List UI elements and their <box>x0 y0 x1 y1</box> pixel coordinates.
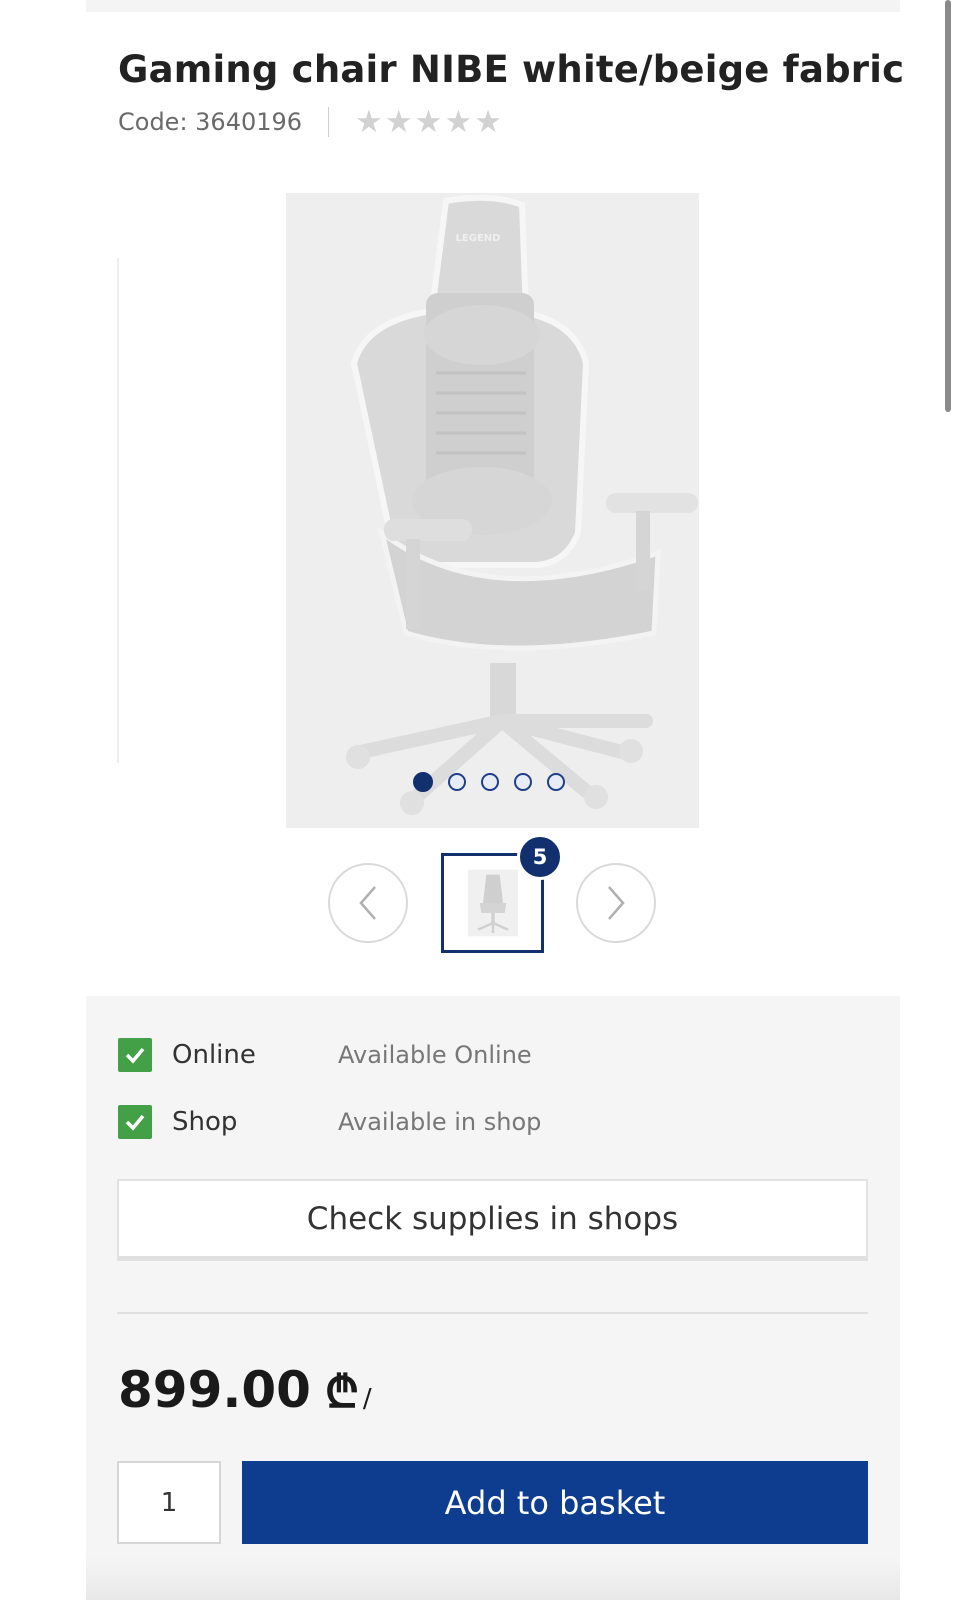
add-to-basket-button[interactable]: Add to basket <box>242 1461 868 1544</box>
product-meta: Code: 3640196 ★ ★ ★ ★ ★ <box>118 105 502 139</box>
gallery-dot-5[interactable] <box>547 773 565 791</box>
price-currency: ₾ <box>324 1367 359 1418</box>
top-strip <box>86 0 900 12</box>
gallery-dot-3[interactable] <box>481 773 499 791</box>
product-main-image[interactable]: LEGEND <box>286 193 699 828</box>
price-unit: / <box>362 1384 372 1414</box>
star-icon: ★ <box>474 103 503 140</box>
availability-status: Available in shop <box>338 1108 542 1136</box>
image-count-badge: 5 <box>517 834 563 880</box>
gaming-chair-illustration: LEGEND <box>286 193 699 828</box>
rating-stars[interactable]: ★ ★ ★ ★ ★ <box>355 103 503 140</box>
gallery-prev-button[interactable] <box>328 863 408 943</box>
chair-thumbnail-icon <box>467 869 518 937</box>
availability-label: Online <box>172 1040 256 1070</box>
page-scrollbar[interactable] <box>945 0 951 412</box>
product-price: 899.00 ₾ / <box>118 1360 372 1420</box>
availability-label: Shop <box>172 1107 238 1137</box>
gallery-pagination <box>413 772 565 792</box>
gallery-dot-2[interactable] <box>448 773 466 791</box>
gallery-dot-1[interactable] <box>413 772 433 792</box>
chevron-left-icon <box>359 886 376 920</box>
product-code: Code: 3640196 <box>118 108 303 136</box>
check-supplies-button[interactable]: Check supplies in shops <box>117 1179 868 1261</box>
availability-shop: Shop Available in shop <box>118 1104 541 1140</box>
gallery-next-button[interactable] <box>576 863 656 943</box>
bottom-shade <box>86 1556 900 1600</box>
quantity-input[interactable]: 1 <box>117 1461 221 1544</box>
product-title: Gaming chair NIBE white/beige fabric <box>118 48 905 91</box>
availability-status: Available Online <box>338 1041 532 1069</box>
star-icon: ★ <box>414 103 443 140</box>
checkbox-checked-icon <box>118 1105 152 1139</box>
checkbox-checked-icon <box>118 1038 152 1072</box>
star-icon: ★ <box>355 103 383 140</box>
gallery-edge <box>117 258 119 763</box>
gallery-dot-4[interactable] <box>514 773 532 791</box>
star-icon: ★ <box>384 103 413 140</box>
section-divider <box>117 1312 868 1314</box>
price-amount: 899.00 <box>118 1361 311 1419</box>
star-icon: ★ <box>444 103 473 140</box>
chevron-right-icon <box>608 886 625 920</box>
chair-brand-text: LEGEND <box>456 233 501 244</box>
availability-online: Online Available Online <box>118 1037 532 1073</box>
meta-divider <box>328 107 330 137</box>
